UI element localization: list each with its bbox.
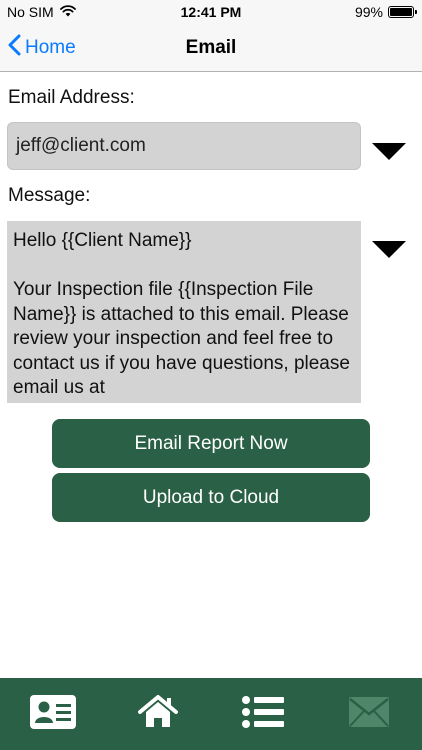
email-form: Email Address: jeff@client.com Message: …: [0, 73, 422, 678]
list-icon: [241, 694, 285, 735]
tab-contacts[interactable]: [0, 678, 105, 750]
contact-card-icon: [29, 694, 77, 735]
message-dropdown-arrow-icon[interactable]: [372, 241, 406, 264]
email-address-label: Email Address:: [8, 87, 135, 108]
tab-email[interactable]: [315, 678, 422, 750]
email-report-button[interactable]: Email Report Now: [52, 419, 370, 468]
message-label: Message:: [8, 185, 91, 206]
battery-tip: [415, 10, 417, 14]
battery-percent: 99%: [354, 4, 383, 20]
email-address-field[interactable]: jeff@client.com: [7, 122, 361, 170]
page-title: Email: [185, 37, 237, 58]
message-textarea[interactable]: Hello {{Client Name}} Your Inspection fi…: [7, 221, 361, 403]
tab-bar: [0, 678, 422, 750]
upload-cloud-button[interactable]: Upload to Cloud: [52, 473, 370, 522]
mail-icon: [348, 696, 390, 733]
status-bar: No SIM 12:41 PM 99%: [0, 0, 422, 24]
navigation-bar: Home Email: [0, 24, 422, 72]
status-right: 99%: [354, 4, 417, 20]
home-icon: [137, 694, 178, 734]
battery-fill: [390, 8, 412, 16]
tab-home[interactable]: [105, 678, 210, 750]
tab-list[interactable]: [210, 678, 315, 750]
email-dropdown-arrow-icon[interactable]: [372, 143, 406, 166]
battery-icon: [388, 6, 417, 18]
